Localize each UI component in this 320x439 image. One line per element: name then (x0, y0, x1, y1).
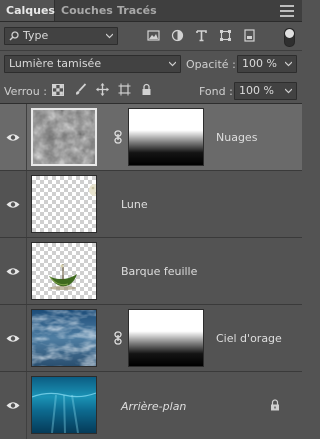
storm-sky-thumbnail (32, 310, 96, 366)
fill-label: Fond : (199, 85, 233, 98)
lock-position-icon[interactable] (96, 83, 109, 96)
blend-mode-value: Lumière tamisée (9, 57, 102, 70)
visibility-toggle[interactable] (0, 104, 27, 170)
blend-mode-select[interactable]: Lumière tamisée (4, 55, 181, 73)
filter-kind-label: Type (23, 29, 49, 42)
lock-artboard-icon[interactable] (118, 83, 131, 96)
visibility-toggle[interactable] (0, 238, 27, 304)
eye-icon[interactable] (6, 133, 20, 142)
opacity-label: Opacité : (186, 58, 236, 71)
chevron-down-icon[interactable] (285, 60, 292, 67)
layer-row-nuages[interactable]: Nuages (0, 104, 302, 171)
search-icon (9, 31, 19, 41)
visibility-toggle[interactable] (0, 305, 27, 371)
layer-name[interactable]: Barque feuille (121, 265, 197, 278)
underwater-thumbnail (32, 377, 96, 433)
leaf-boat-thumbnail (49, 264, 77, 290)
layer-name[interactable]: Nuages (216, 131, 257, 144)
eye-icon[interactable] (6, 267, 20, 276)
layer-name[interactable]: Arrière-plan (121, 400, 186, 413)
pixel-filter-icon[interactable] (147, 29, 160, 42)
layer-row-lune[interactable]: Lune (0, 171, 302, 238)
tab-traces[interactable]: Tracés (111, 0, 157, 21)
divider (0, 50, 302, 51)
type-filter-icon[interactable] (195, 29, 208, 42)
layer-row-ciel-orage[interactable]: Ciel d'orage (0, 305, 302, 372)
tab-calques[interactable]: Calques (0, 0, 55, 21)
layer-thumbnail[interactable] (31, 108, 97, 166)
layer-mask-thumbnail[interactable] (128, 309, 204, 367)
link-icon[interactable] (114, 331, 122, 345)
layer-row-barque-feuille[interactable]: Barque feuille (0, 238, 302, 305)
lock-all-icon[interactable] (141, 83, 152, 96)
link-icon[interactable] (114, 130, 122, 144)
adjustment-filter-icon[interactable] (171, 29, 184, 42)
layer-name[interactable]: Ciel d'orage (216, 332, 282, 345)
filter-toggle[interactable] (284, 28, 295, 47)
chevron-down-icon (169, 61, 176, 67)
panel-menu-icon[interactable] (280, 2, 296, 18)
lock-transparent-icon[interactable] (52, 84, 64, 96)
opacity-field[interactable]: 100 % (237, 55, 297, 73)
panel-tab-bar: Calques Couches Tracés (0, 0, 302, 22)
smart-object-filter-icon[interactable] (243, 29, 256, 42)
shape-filter-icon[interactable] (219, 29, 232, 42)
moon-thumbnail (89, 184, 96, 196)
layers-panel: Calques Couches Tracés Type Lumière tami… (0, 0, 302, 439)
eye-icon[interactable] (6, 401, 20, 410)
layer-row-arriere-plan[interactable]: Arrière-plan (0, 372, 302, 439)
clouds-thumbnail (33, 110, 95, 164)
layer-mask-thumbnail[interactable] (128, 108, 204, 166)
layer-name[interactable]: Lune (121, 198, 148, 211)
eye-icon[interactable] (6, 334, 20, 343)
chevron-down-icon (106, 33, 113, 39)
filter-kind-select[interactable]: Type (4, 27, 118, 45)
chevron-down-icon[interactable] (285, 87, 292, 94)
layers-list: Nuages Lune Barque feuille Ciel d'orage … (0, 104, 302, 439)
layer-thumbnail[interactable] (31, 242, 97, 300)
eye-icon[interactable] (6, 200, 20, 209)
lock-label: Verrou : (4, 85, 47, 98)
lock-icon[interactable] (270, 399, 280, 411)
tab-couches[interactable]: Couches (55, 0, 113, 21)
layer-thumbnail[interactable] (31, 309, 97, 367)
fill-field[interactable]: 100 % (234, 82, 297, 100)
visibility-toggle[interactable] (0, 171, 27, 237)
opacity-value: 100 % (242, 57, 277, 70)
visibility-toggle[interactable] (0, 372, 27, 439)
lock-image-icon[interactable] (74, 83, 87, 96)
layer-thumbnail[interactable] (31, 175, 97, 233)
layer-thumbnail[interactable] (31, 376, 97, 434)
fill-value: 100 % (239, 84, 274, 97)
